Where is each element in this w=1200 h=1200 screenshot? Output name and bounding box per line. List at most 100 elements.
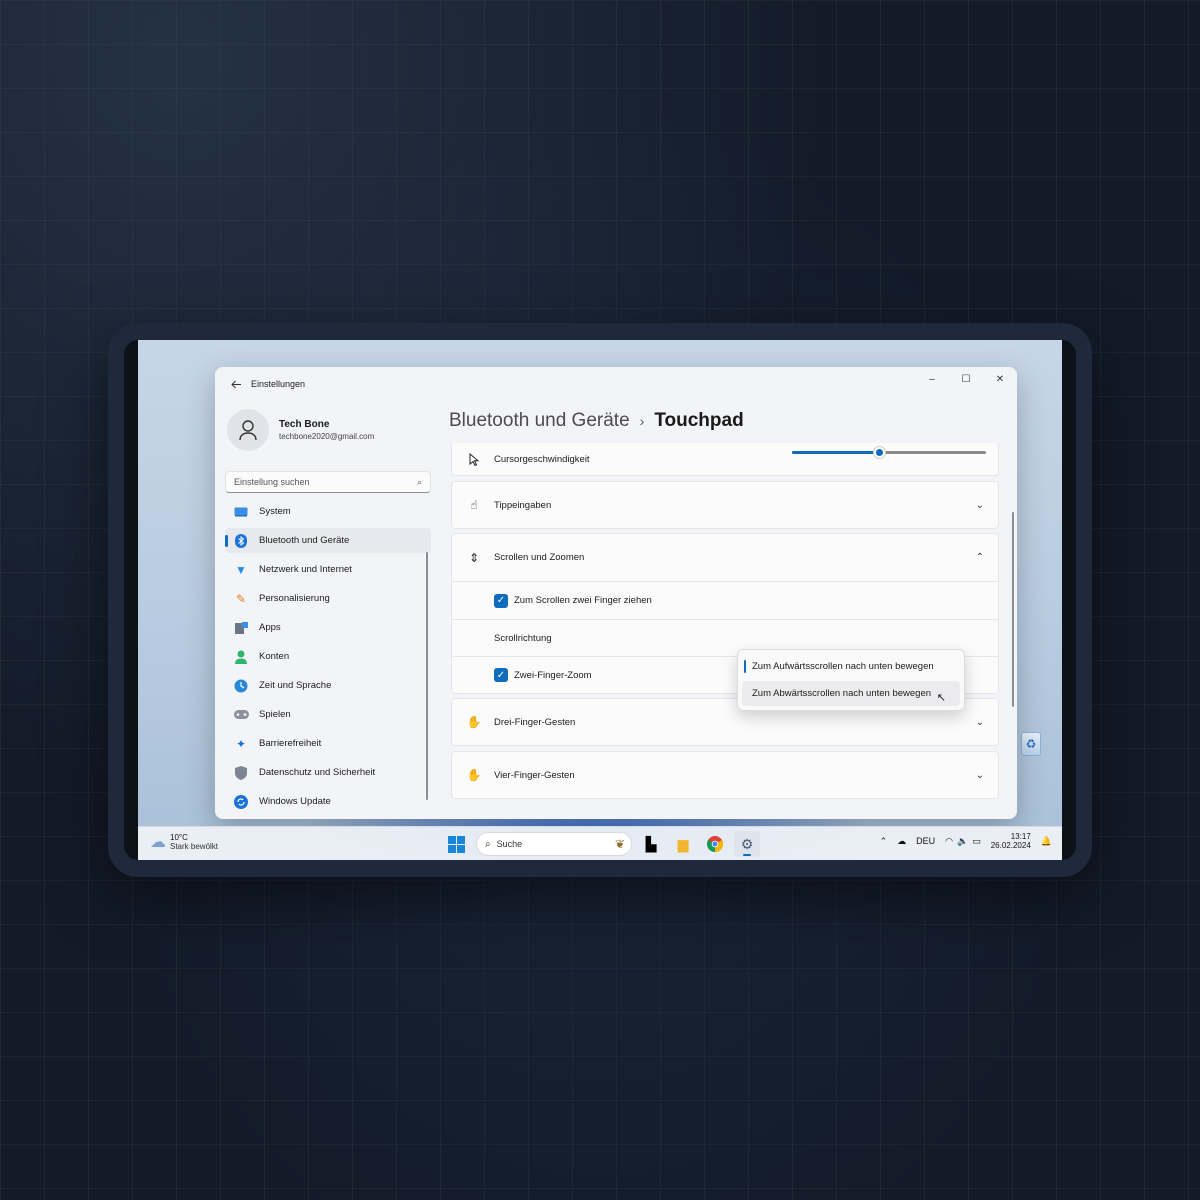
sidebar-item-accounts[interactable]: Konten xyxy=(225,644,431,669)
sidebar: Tech Bone techbone2020@gmail.com Einstel… xyxy=(225,405,431,815)
avatar xyxy=(227,409,269,451)
weather-widget[interactable]: ☁ 10°C Stark bewölkt xyxy=(150,832,218,852)
clock[interactable]: 13:17 26.02.2024 xyxy=(991,832,1031,850)
account-icon xyxy=(233,649,249,665)
update-icon xyxy=(233,794,249,810)
maximize-button[interactable]: ☐ xyxy=(949,367,983,391)
four-finger-card[interactable]: ✋ Vier-Finger-Gesten ⌄ xyxy=(451,751,999,799)
chevron-up-icon[interactable]: ⌃ xyxy=(880,836,888,847)
pinch-zoom-label: Zwei-Finger-Zoom xyxy=(514,669,592,681)
desktop-screen: ♻ Einstellungen – ☐ ✕ Tech Bone techbone… xyxy=(138,340,1062,860)
dropdown-option-label: Zum Abwärtsscrollen nach unten bewegen xyxy=(752,688,932,699)
sidebar-item-system[interactable]: System xyxy=(225,499,431,524)
monitor-icon xyxy=(233,504,249,520)
cloud-icon: ☁ xyxy=(150,834,166,851)
settings-window: Einstellungen – ☐ ✕ Tech Bone techbone20… xyxy=(215,367,1017,819)
sidebar-item-network[interactable]: ▼ Netzwerk und Internet xyxy=(225,557,431,582)
sidebar-item-label: Windows Update xyxy=(259,796,331,807)
settings-app-button[interactable]: ⚙ xyxy=(734,831,760,857)
recycle-bin-desktop-icon[interactable]: ♻ xyxy=(1016,732,1046,772)
speaker-icon[interactable]: 🔈 xyxy=(957,836,968,847)
sidebar-item-label: Zeit und Sprache xyxy=(259,680,332,691)
sidebar-item-personalization[interactable]: ✎ Personalisierung xyxy=(225,586,431,611)
sidebar-scrollbar[interactable] xyxy=(426,552,428,800)
scroll-direction-dropdown: Zum Aufwärtsscrollen nach unten bewegen … xyxy=(737,649,965,711)
battery-icon[interactable]: ▭ xyxy=(972,836,981,847)
title-bar: Einstellungen – ☐ ✕ xyxy=(215,367,1017,401)
search-icon: ⌕ xyxy=(416,476,422,487)
taps-label: Tippeingaben xyxy=(494,499,552,511)
settings-search-input[interactable]: Einstellung suchen ⌕ xyxy=(225,471,431,493)
scroll-zoom-card[interactable]: ⇕ Scrollen und Zoomen ⌃ xyxy=(451,533,999,582)
start-button[interactable] xyxy=(444,832,468,856)
sidebar-item-label: Bluetooth und Geräte xyxy=(259,535,350,546)
hand-icon: ✋ xyxy=(466,768,482,782)
main-content: Bluetooth und Geräte › Touchpad Cursorge… xyxy=(449,405,1009,819)
wifi-icon[interactable]: ◠ xyxy=(945,836,953,847)
wifi-icon: ▼ xyxy=(235,562,247,577)
sidebar-item-label: Apps xyxy=(259,622,281,633)
person-icon xyxy=(239,420,257,441)
back-button[interactable] xyxy=(225,373,247,395)
sidebar-item-label: Netzwerk und Internet xyxy=(259,564,352,575)
cursor-icon xyxy=(466,451,482,467)
globe-clock-icon xyxy=(233,678,249,694)
app-title: Einstellungen xyxy=(251,379,306,389)
breadcrumb-parent[interactable]: Bluetooth und Geräte xyxy=(449,410,630,432)
file-explorer-button[interactable]: ▆ xyxy=(670,831,696,857)
chevron-up-icon: ⌃ xyxy=(975,552,984,563)
sidebar-item-accessibility[interactable]: ✦ Barrierefreiheit xyxy=(225,731,431,756)
slider-thumb[interactable] xyxy=(873,446,887,459)
sidebar-nav: System Bluetooth und Geräte ▼ Netzwerk u… xyxy=(225,499,431,814)
sidebar-item-gaming[interactable]: Spielen xyxy=(225,702,431,727)
task-view-icon: ▙ xyxy=(645,835,657,852)
taskbar: ☁ 10°C Stark bewölkt ⌕ Suche ❦ ▙ ▆ ⚙ ⌃ ☁… xyxy=(138,826,1062,860)
scroll-arrows-icon: ⇕ xyxy=(468,550,480,565)
cursor-speed-card: Cursorgeschwindigkeit xyxy=(451,443,999,476)
windows-logo-icon xyxy=(447,835,456,844)
window-controls: – ☐ ✕ xyxy=(915,367,1017,391)
arrow-left-icon xyxy=(230,380,241,388)
sidebar-item-time-language[interactable]: Zeit und Sprache xyxy=(225,673,431,698)
dropdown-option-scroll-up[interactable]: Zum Aufwärtsscrollen nach unten bewegen xyxy=(742,654,960,679)
slider-fill xyxy=(792,451,880,454)
chevron-down-icon: ⌄ xyxy=(975,716,984,728)
two-finger-scroll-checkbox[interactable]: ✓ xyxy=(494,593,508,608)
taskbar-center: ⌕ Suche ❦ ▙ ▆ ⚙ xyxy=(444,831,760,857)
sidebar-item-label: System xyxy=(259,506,291,517)
taps-card[interactable]: ☝ Tippeingaben ⌄ xyxy=(451,481,999,529)
sidebar-item-bluetooth[interactable]: Bluetooth und Geräte xyxy=(225,528,431,553)
chrome-button[interactable] xyxy=(702,831,728,857)
tap-hand-icon: ☝ xyxy=(470,498,478,512)
scroll-zoom-label: Scrollen und Zoomen xyxy=(494,552,585,563)
sidebar-item-label: Barrierefreiheit xyxy=(259,738,322,749)
brush-icon: ✎ xyxy=(235,591,247,606)
chrome-icon xyxy=(707,836,723,852)
notification-bell-icon[interactable]: 🔔 xyxy=(1041,836,1052,847)
dropdown-option-scroll-down[interactable]: Zum Abwärtsscrollen nach unten bewegen ↖ xyxy=(742,681,960,706)
cursor-speed-slider[interactable] xyxy=(792,446,986,459)
page-title: Touchpad xyxy=(654,410,744,431)
close-button[interactable]: ✕ xyxy=(983,367,1017,391)
sidebar-item-windows-update[interactable]: Windows Update xyxy=(225,789,431,814)
profile-card[interactable]: Tech Bone techbone2020@gmail.com xyxy=(225,405,431,455)
search-highlight-icon: ❦ xyxy=(614,837,625,851)
main-scrollbar[interactable] xyxy=(1012,512,1014,707)
three-finger-label: Drei-Finger-Gesten xyxy=(494,716,576,728)
recycle-bin-icon: ♻ xyxy=(1021,732,1041,756)
folder-icon: ▆ xyxy=(677,835,689,852)
sidebar-item-apps[interactable]: Apps xyxy=(225,615,431,640)
task-view-button[interactable]: ▙ xyxy=(638,831,664,857)
language-indicator[interactable]: DEU xyxy=(916,836,935,846)
cursor-speed-label: Cursorgeschwindigkeit xyxy=(494,453,590,465)
profile-name: Tech Bone xyxy=(279,419,330,430)
hand-icon: ✋ xyxy=(466,715,482,729)
search-placeholder: Einstellung suchen xyxy=(234,477,310,487)
apps-icon xyxy=(233,620,249,636)
onedrive-icon[interactable]: ☁ xyxy=(897,836,906,847)
taskbar-search[interactable]: ⌕ Suche ❦ xyxy=(476,832,632,856)
sidebar-item-privacy[interactable]: Datenschutz und Sicherheit xyxy=(225,760,431,785)
minimize-button[interactable]: – xyxy=(915,367,949,391)
sidebar-item-label: Spielen xyxy=(259,709,291,720)
pinch-zoom-checkbox[interactable]: ✓ xyxy=(494,668,508,682)
